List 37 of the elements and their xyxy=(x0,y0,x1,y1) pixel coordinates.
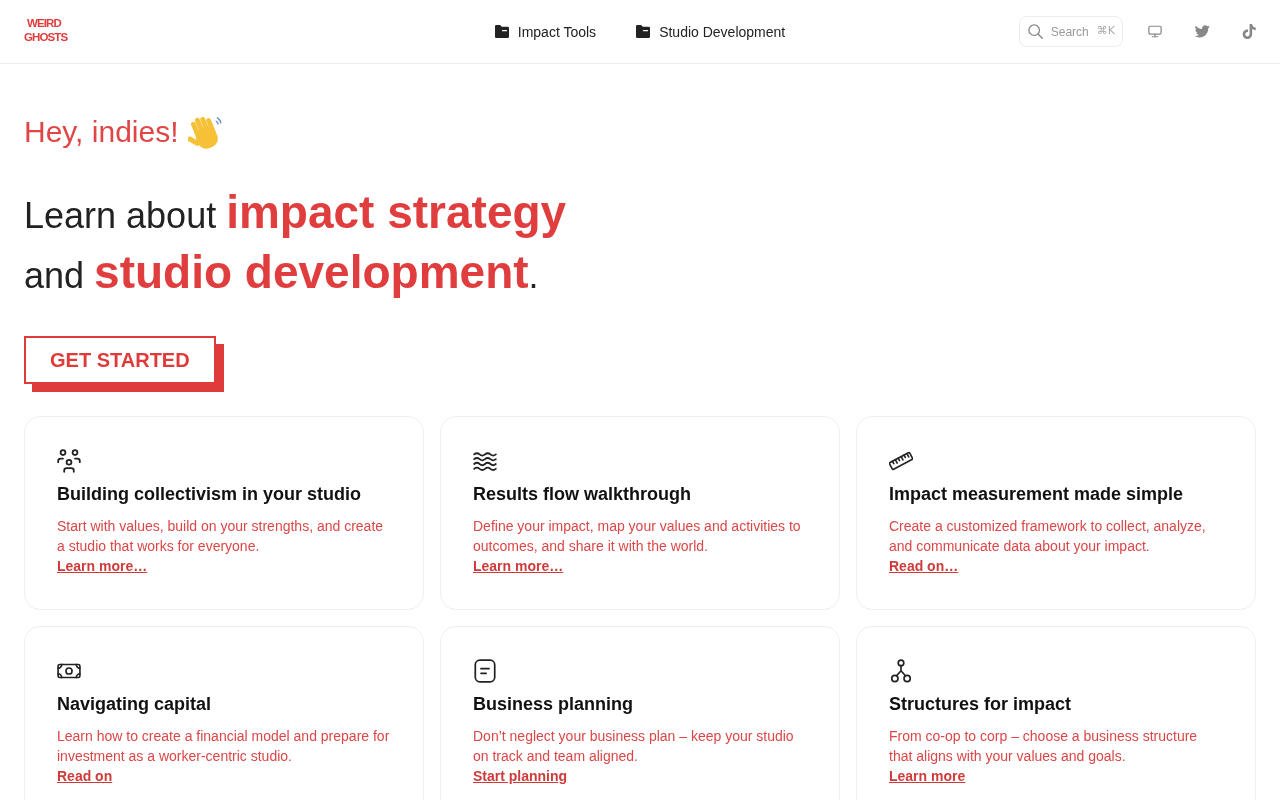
folder-icon xyxy=(494,25,509,38)
card-link[interactable]: Learn more… xyxy=(57,556,148,576)
music-note-icon[interactable] xyxy=(1242,24,1256,39)
nav-link[interactable]: Studio Development xyxy=(636,21,786,42)
card-description: Create a customized framework to collect, analyze, and communicate data about your impact. xyxy=(889,517,1207,556)
search-icon xyxy=(1027,24,1043,39)
nav-link[interactable]: Impact Tools xyxy=(494,21,597,42)
card-link[interactable]: Learn more xyxy=(889,766,966,786)
card-title: Navigating capital xyxy=(57,693,213,716)
headline: Learn about impact strategy and studio development. xyxy=(24,186,568,300)
card-title: Impact measurement made simple xyxy=(889,483,1185,506)
card-description: Learn how to create a financial model and prepare for investment as a worker-centric studio. xyxy=(57,727,391,766)
shortcut-hint: ⌘K xyxy=(1096,23,1115,40)
card-title: Building collectivism in your studio xyxy=(57,483,363,506)
waves-icon xyxy=(473,449,497,473)
hierarchy-icon xyxy=(889,659,913,683)
greeting-text: Hey, indies! xyxy=(24,114,179,150)
card-description: Start with values, build on your strengths, and create a studio that works for everyone. xyxy=(57,517,385,556)
card-description: Define your impact, map your values and activities to outcomes, and share it with the world. xyxy=(473,517,802,556)
note-icon xyxy=(473,659,497,683)
card-description: From co-op to corp – choose a business structure that aligns with your values and goals. xyxy=(889,727,1199,766)
card-description: Don’t neglect your business plan – keep your studio on track and team aligned. xyxy=(473,727,795,766)
ruler-icon xyxy=(889,449,913,473)
card-link[interactable]: Read on… xyxy=(889,556,959,576)
search-button[interactable]: Search ⌘K xyxy=(1018,16,1123,47)
folder-icon xyxy=(636,25,651,38)
monitor-icon[interactable] xyxy=(1148,25,1162,38)
waving-hand-icon xyxy=(187,114,222,150)
card-link[interactable]: Start planning xyxy=(473,766,568,786)
card-link[interactable]: Learn more… xyxy=(473,556,564,576)
card-link[interactable]: Read on xyxy=(57,766,113,786)
logo[interactable]: WEIRD GHOSTS xyxy=(24,15,68,44)
card-title: Business planning xyxy=(473,693,635,716)
people-group-icon xyxy=(57,449,81,473)
card-title: Results flow walkthrough xyxy=(473,483,692,506)
bird-icon[interactable] xyxy=(1194,25,1210,38)
card-title: Structures for impact xyxy=(889,693,1073,716)
